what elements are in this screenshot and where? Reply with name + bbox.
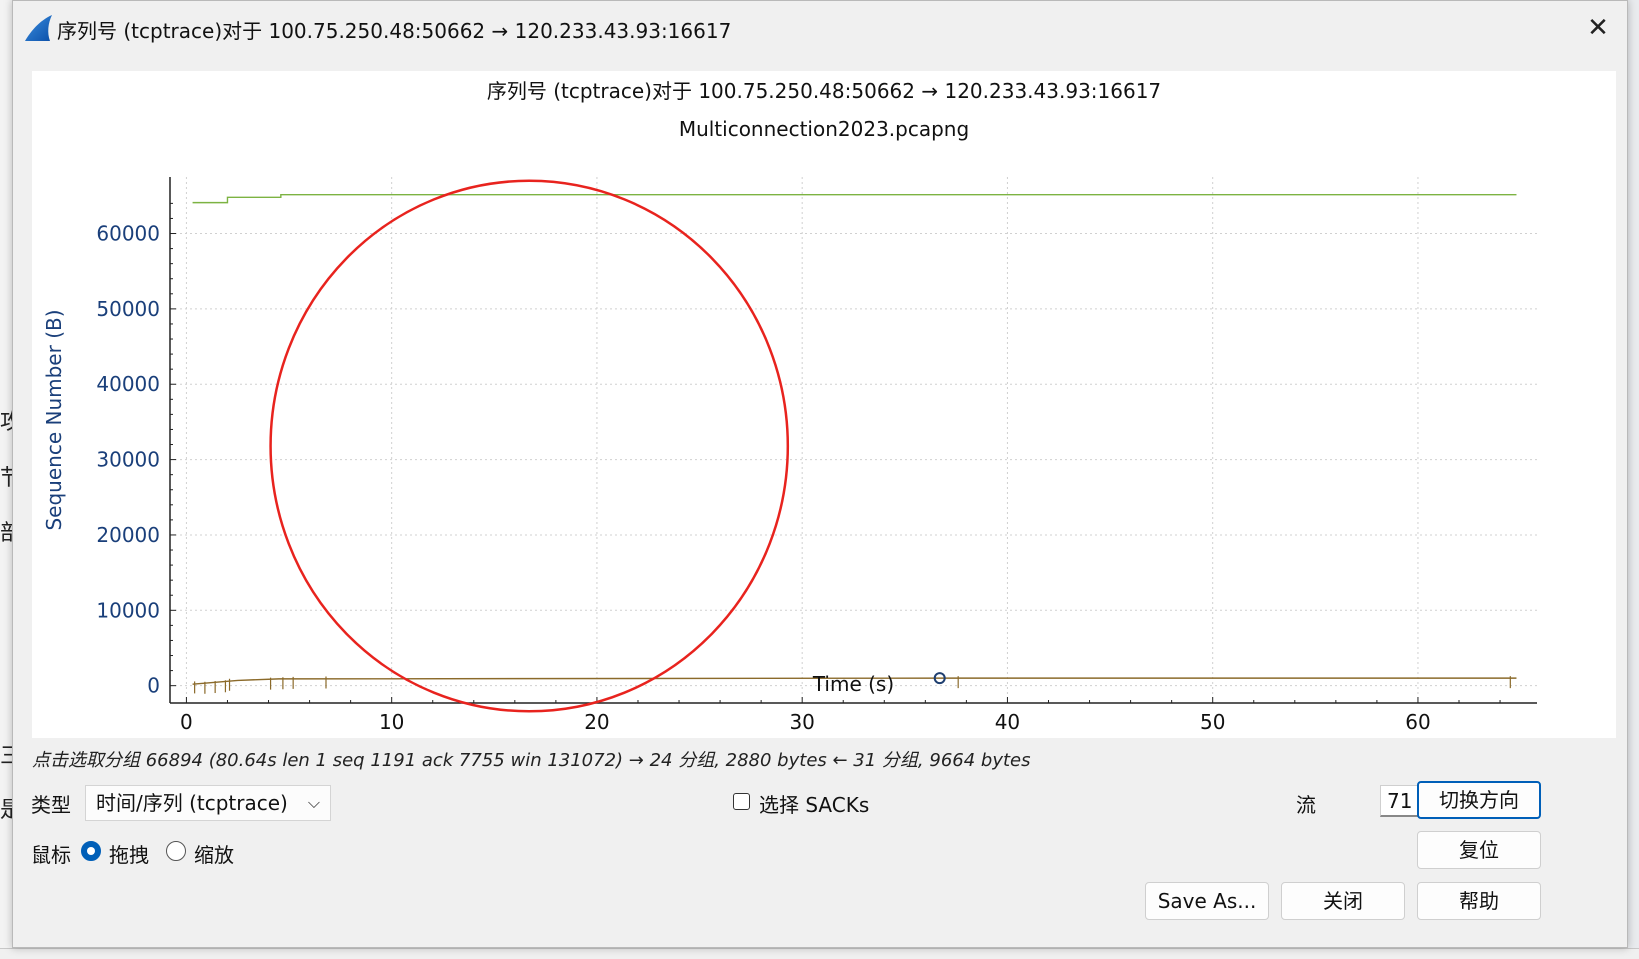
y-tick-label: 10000 — [96, 598, 160, 622]
x-tick-label: 60 — [1405, 710, 1430, 734]
stream-value: 71 — [1387, 789, 1413, 813]
drag-radio[interactable] — [81, 841, 101, 861]
help-button[interactable]: 帮助 — [1417, 882, 1541, 920]
red-annotation-ellipse — [269, 179, 790, 713]
sequence-graph[interactable]: 0 10 20 30 40 50 60 0 10000 20000 30000 40000 50000 6… — [32, 71, 1616, 738]
x-tick-label: 20 — [584, 710, 609, 734]
x-tick-label: 50 — [1200, 710, 1225, 734]
window-title: 序列号 (tcptrace)对于 100.75.250.48:50662 → 1… — [57, 19, 732, 43]
y-tick-label: 30000 — [96, 448, 160, 472]
y-tick-label: 50000 — [96, 297, 160, 321]
reset-button[interactable]: 复位 — [1417, 831, 1541, 869]
y-tick-label: 20000 — [96, 523, 160, 547]
x-tick-label: 40 — [995, 710, 1020, 734]
x-tick-label: 0 — [180, 710, 193, 734]
mouse-label: 鼠标 — [31, 843, 71, 867]
close-window-button[interactable]: ✕ — [1569, 1, 1627, 55]
select-sacks-label[interactable]: 选择 SACKs — [759, 789, 869, 818]
background-app-bottom — [0, 948, 1639, 959]
tcp-stream-graph-dialog: 序列号 (tcptrace)对于 100.75.250.48:50662 → 1… — [12, 0, 1628, 948]
x-tick-label: 30 — [789, 710, 814, 734]
close-button[interactable]: 关闭 — [1281, 882, 1405, 920]
stream-label: 流 — [1296, 793, 1316, 817]
graph-type-select[interactable]: 时间/序列 (tcptrace) ⌵ — [85, 785, 331, 821]
wireshark-fin-icon — [25, 15, 52, 41]
graph-type-value: 时间/序列 (tcptrace) — [96, 791, 288, 815]
series-line — [192, 194, 1517, 204]
chevron-down-icon: ⌵ — [307, 793, 320, 812]
save-as-button[interactable]: Save As... — [1145, 882, 1269, 920]
type-label: 类型 — [31, 793, 71, 817]
switch-direction-button[interactable]: 切换方向 — [1417, 781, 1541, 819]
zoom-radio[interactable] — [166, 841, 186, 861]
title-bar[interactable]: 序列号 (tcptrace)对于 100.75.250.48:50662 → 1… — [13, 1, 1627, 55]
drag-radio-label[interactable]: 拖拽 — [109, 839, 149, 868]
y-axis-label: Sequence Number (B) — [42, 309, 66, 530]
graph-panel[interactable]: 序列号 (tcptrace)对于 100.75.250.48:50662 → 1… — [32, 71, 1616, 738]
y-tick-label: 40000 — [96, 372, 160, 396]
y-tick-label: 60000 — [96, 222, 160, 246]
select-sacks-checkbox[interactable] — [733, 793, 750, 810]
x-axis-label: Time (s) — [812, 672, 894, 696]
status-text: 点击选取分组 66894 (80.64s len 1 seq 1191 ack … — [32, 750, 1031, 771]
y-tick-label: 0 — [147, 674, 160, 698]
zoom-radio-label[interactable]: 缩放 — [194, 839, 234, 868]
x-tick-label: 10 — [379, 710, 404, 734]
